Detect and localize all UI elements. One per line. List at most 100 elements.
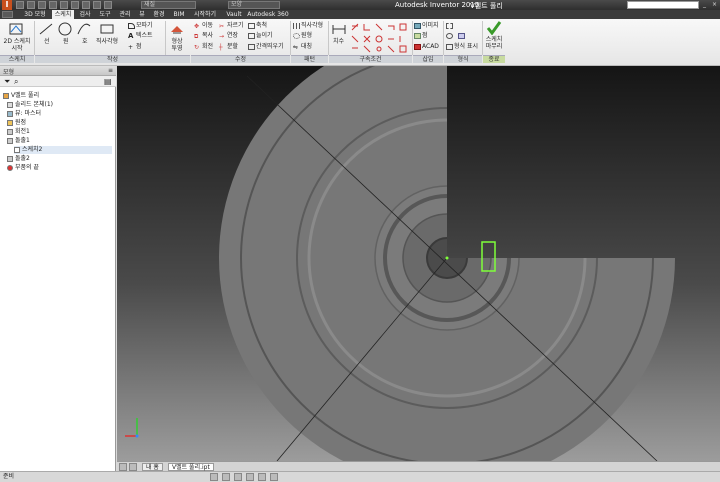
material-combo[interactable]: 재질 [141, 1, 196, 9]
browser-title[interactable]: 모형 [3, 67, 14, 76]
tab-getting-started[interactable]: 시작하기 [190, 10, 220, 19]
tree-item-origin[interactable]: 원점 [7, 119, 26, 127]
circ-pattern-button[interactable]: 원형 [293, 32, 312, 39]
cascade-icon[interactable] [129, 463, 137, 471]
finish-sketch-button[interactable]: 스케치 마무리 [484, 36, 504, 50]
panel-modify: 수정 [191, 55, 290, 63]
panel-constrain[interactable]: 구속조건 [329, 55, 412, 63]
constraint-icons[interactable] [350, 22, 410, 54]
tab-tools[interactable]: 도구 [96, 10, 114, 19]
properties-icon[interactable] [104, 1, 112, 9]
offset-button[interactable]: 간격띄우기 [248, 43, 284, 50]
start-2d-sketch-button[interactable]: 2D 스케치 시작 [3, 38, 31, 52]
new-icon[interactable] [16, 1, 24, 9]
appearance-combo[interactable]: 모양 [228, 1, 280, 9]
tab-environment[interactable]: 환경 [150, 10, 168, 19]
point-button[interactable]: + 점 [128, 43, 142, 51]
full-nav-wheel-icon[interactable] [270, 473, 278, 481]
pan-icon[interactable] [234, 473, 242, 481]
line-button[interactable]: 선 [44, 38, 50, 45]
model-view[interactable] [117, 66, 720, 461]
points-button[interactable]: 점 [414, 32, 428, 39]
redo-icon[interactable] [60, 1, 68, 9]
tree-item-solid-bodies[interactable]: 솔리드 본체(1) [7, 101, 53, 109]
arc-button[interactable]: 호 [82, 38, 88, 45]
minimize-icon[interactable]: _ [703, 1, 709, 8]
tree-item-label: V벨트 풀리 [11, 92, 40, 99]
graphics-viewport[interactable] [117, 66, 720, 461]
update-icon[interactable] [93, 1, 101, 9]
tree-item-sketch2[interactable]: 스케치2 [14, 146, 112, 154]
dimension-button[interactable]: 치수 [333, 38, 344, 45]
home-icon[interactable] [71, 1, 79, 9]
circle-button[interactable]: 원 [63, 38, 69, 45]
app-logo-icon[interactable]: I [2, 0, 12, 10]
image-button[interactable]: 이미지 [414, 22, 439, 29]
start-2d-sketch-icon[interactable] [8, 22, 24, 36]
rectangle-icon[interactable] [99, 22, 115, 36]
tree-item-view[interactable]: 뷰: 마스터 [7, 110, 41, 118]
zoom-icon[interactable] [222, 473, 230, 481]
center-point-button[interactable] [458, 32, 466, 39]
browser-menu-icon[interactable]: ≡ [108, 67, 113, 74]
tree-item-extrude2[interactable]: 돌출2 [7, 155, 30, 163]
navigation-bar-icon[interactable] [210, 473, 218, 481]
expand-icon[interactable]: ▤ [104, 77, 112, 86]
filter-icon[interactable]: ⏷ [4, 77, 10, 87]
panel-format[interactable]: 형식 [444, 55, 482, 63]
scale-button[interactable]: 축척 [248, 22, 267, 29]
save-icon[interactable] [38, 1, 46, 9]
project-geometry-icon[interactable] [169, 22, 185, 36]
open-icon[interactable] [27, 1, 35, 9]
line-icon[interactable] [38, 22, 54, 36]
stretch-button[interactable]: 늘이기 [248, 32, 273, 39]
fillet-button[interactable]: 모따기 [128, 22, 153, 29]
tab-bim[interactable]: BIM [170, 10, 188, 19]
split-button[interactable]: ┼ 분할 [219, 43, 238, 51]
arc-icon[interactable] [76, 22, 92, 36]
extend-button[interactable]: → 연장 [219, 32, 238, 40]
tab-my-home[interactable]: 내 홈 [142, 463, 163, 471]
trim-button[interactable]: ✂ 자르기 [219, 22, 244, 30]
tab-document[interactable]: V벨트 풀리.ipt [168, 463, 214, 471]
sketch-center-point[interactable] [445, 256, 449, 260]
fillet-label: 모따기 [136, 22, 153, 29]
tree-item-end-of-part[interactable]: 부품의 끝 [7, 164, 39, 172]
orbit-icon[interactable] [246, 473, 254, 481]
tab-autodesk-360[interactable]: Autodesk 360 [247, 10, 289, 19]
folder-icon [7, 101, 13, 108]
tab-menu-button[interactable] [2, 11, 13, 18]
tree-item-revolve1[interactable]: 회전1 [7, 128, 30, 136]
tab-vault[interactable]: Vault [223, 10, 245, 19]
tree-item-root[interactable]: V벨트 풀리 [3, 92, 39, 100]
construction-button[interactable] [446, 22, 454, 29]
tree-item-extrude1[interactable]: 돌출1 [7, 137, 30, 145]
dimension-icon[interactable] [331, 22, 347, 36]
acad-button[interactable]: ACAD [414, 43, 439, 50]
select-icon[interactable] [82, 1, 90, 9]
move-button[interactable]: ✥ 이동 [194, 22, 213, 30]
rotate-button[interactable]: ↻ 회전 [194, 43, 213, 51]
undo-icon[interactable] [49, 1, 57, 9]
tab-manage[interactable]: 관리 [116, 10, 134, 19]
rectangle-button[interactable]: 직사각형 [96, 38, 118, 45]
finish-sketch-icon[interactable] [486, 21, 502, 35]
search-input[interactable] [627, 1, 699, 9]
show-format-button[interactable]: 형식 표시 [446, 43, 478, 50]
tab-inspect[interactable]: 검사 [76, 10, 94, 19]
mirror-button[interactable]: ⇋ 대칭 [293, 43, 312, 51]
tab-3d-model[interactable]: 3D 모형 [20, 10, 50, 19]
centerline-button[interactable] [446, 32, 454, 39]
project-geometry-button[interactable]: 형상 투영 [169, 38, 185, 52]
tab-sketch[interactable]: 스케치 [52, 10, 74, 19]
panel-create[interactable]: 작성 [35, 55, 190, 63]
tab-view[interactable]: 뷰 [136, 10, 148, 19]
circle-icon[interactable] [57, 22, 73, 36]
close-icon[interactable]: × [712, 1, 718, 8]
find-icon[interactable]: ⌕ [14, 77, 18, 87]
tile-icon[interactable] [119, 463, 127, 471]
text-button[interactable]: A 텍스트 [128, 32, 153, 39]
look-at-icon[interactable] [258, 473, 266, 481]
copy-button[interactable]: ⧉ 복사 [194, 32, 213, 40]
rect-pattern-button[interactable]: 직사각형 [293, 22, 323, 29]
